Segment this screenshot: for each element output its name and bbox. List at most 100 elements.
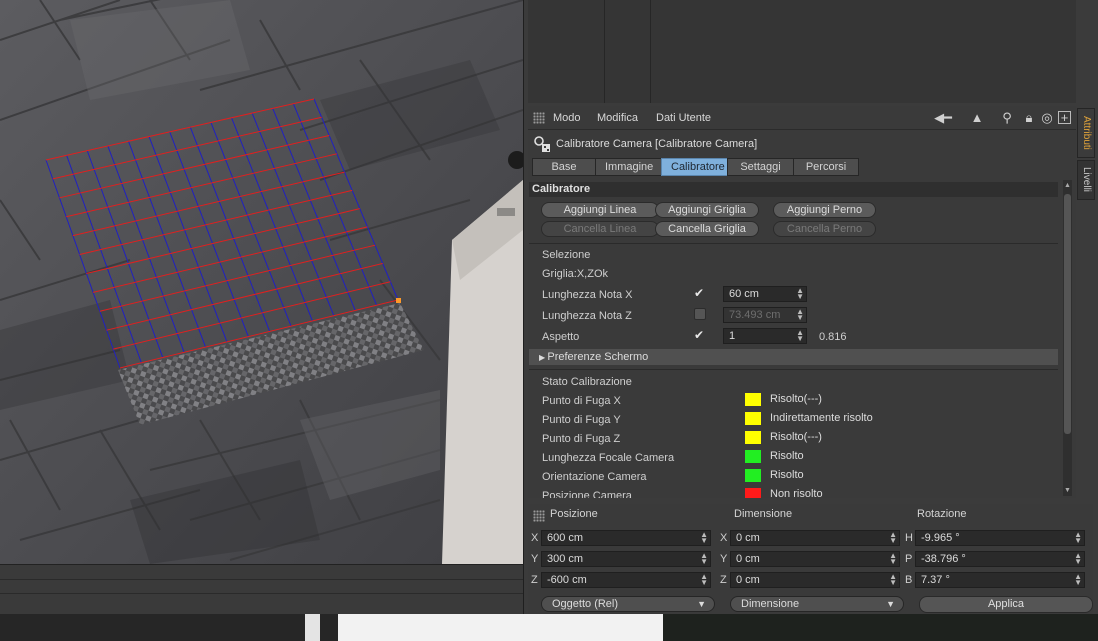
search-icon[interactable]: ⚲ [1000,110,1014,126]
3d-viewport[interactable] [0,0,523,564]
calibration-item-label: Lunghezza Focale Camera [542,452,675,464]
rotation-header: Rotazione [917,508,967,520]
size-field[interactable]: 0 cm ▲ ▼ [730,572,900,588]
lock-icon[interactable]: 🔒︎ [1022,110,1036,126]
calibration-item-status: Risolto(---) [770,431,822,443]
size-axis-label: Y [720,553,728,565]
rotation-field[interactable]: -38.796 ° ▲ ▼ [915,551,1085,567]
spinner-icon[interactable]: ▲ ▼ [796,287,804,301]
screen-prefs-label: Preferenze Schermo [547,351,649,363]
known-length-x-field[interactable]: 60 cm ▲ ▼ [723,286,807,302]
chevron-down-icon: ▼ [886,599,895,609]
side-tab-attributi[interactable]: Attributi [1077,108,1095,158]
calibration-item-label: Orientazione Camera [542,471,647,483]
side-tabs: Attributi Livelli [1077,106,1095,256]
delete-pin-button[interactable]: Cancella Perno [773,221,876,237]
spinner-icon[interactable]: ▲ ▼ [700,573,708,587]
tab-immagine[interactable]: Immagine [595,158,662,176]
spinner-icon[interactable]: ▲ ▼ [700,531,708,545]
spinner-icon[interactable]: ▲ ▼ [1074,531,1082,545]
screen-prefs-group[interactable]: ▶ Preferenze Schermo [529,349,1058,365]
spinner-icon[interactable]: ▲ ▼ [700,552,708,566]
coordinate-mode-select[interactable]: Oggetto (Rel) ▼ [541,596,715,612]
aspect-checkbox[interactable]: ✔ [694,329,706,341]
object-title: Calibratore Camera [Calibratore Camera] [556,138,758,150]
menu-modo[interactable]: Modo [553,112,581,124]
delete-grid-button[interactable]: Cancella Griglia [655,221,759,237]
known-length-x-value: 60 cm [729,288,759,300]
add-line-button[interactable]: Aggiungi Linea [541,202,659,218]
size-field[interactable]: 0 cm ▲ ▼ [730,530,900,546]
position-axis-label: Y [531,553,539,565]
selection-title: Selezione [542,249,591,261]
grid-status-text: Griglia:X,ZOk [542,268,609,280]
tab-percorsi[interactable]: Percorsi [793,158,859,176]
cursor-up-icon[interactable]: ▲ [970,110,984,126]
scroll-up-icon[interactable]: ▲ [1063,182,1072,189]
new-panel-icon[interactable]: + [1058,111,1071,124]
right-panel: Modo Modifica Dati Utente ◀━ ▲ ⚲ 🔒︎ ◎ + … [523,0,1098,614]
attribute-tabs: Base Immagine Calibratore Settaggi Perco… [532,158,859,176]
position-field[interactable]: 300 cm ▲ ▼ [541,551,711,567]
menu-modifica[interactable]: Modifica [597,112,638,124]
coordinates-manager: Posizione Dimensione Rotazione X 600 cm ▲ ▼… [528,504,1093,614]
scroll-thumb[interactable] [1064,194,1071,434]
spinner-icon[interactable]: ▲ ▼ [889,573,897,587]
spinner-icon[interactable]: ▲ ▼ [1074,552,1082,566]
add-pin-button[interactable]: Aggiungi Perno [773,202,876,218]
aspect-field[interactable]: 1 ▲ ▼ [723,328,807,344]
spinner-icon[interactable]: ▲ ▼ [796,329,804,343]
scroll-down-icon[interactable]: ▼ [1063,487,1072,494]
viewport-statusbar [0,564,523,614]
panel-grip-icon[interactable] [533,510,545,522]
rotation-value: -9.965 ° [921,532,960,544]
menu-dati-utente[interactable]: Dati Utente [656,112,711,124]
calibration-item-status: Risolto [770,469,804,481]
status-swatch [745,393,761,406]
section-calibratore: Calibratore [529,182,1058,197]
rotation-value: 7.37 ° [921,574,950,586]
calibration-item-status: Risolto [770,450,804,462]
status-swatch [745,469,761,482]
object-manager[interactable] [528,0,1076,103]
rotation-field[interactable]: -9.965 ° ▲ ▼ [915,530,1085,546]
side-tab-livelli[interactable]: Livelli [1077,160,1095,200]
panel-grip-icon[interactable] [533,112,545,124]
known-length-z-field[interactable]: 73.493 cm ▲ ▼ [723,307,807,323]
calibration-status-title: Stato Calibrazione [542,376,632,388]
delete-line-button[interactable]: Cancella Linea [541,221,659,237]
tab-base[interactable]: Base [532,158,596,176]
add-grid-button[interactable]: Aggiungi Griglia [655,202,759,218]
status-swatch [745,488,761,498]
position-value: -600 cm [547,574,587,586]
size-field[interactable]: 0 cm ▲ ▼ [730,551,900,567]
position-field[interactable]: 600 cm ▲ ▼ [541,530,711,546]
chevron-down-icon: ▼ [697,599,706,609]
known-length-x-checkbox[interactable]: ✔ [694,287,706,299]
target-icon[interactable]: ◎ [1040,110,1054,126]
camera-calibrator-icon [533,135,551,153]
position-field[interactable]: -600 cm ▲ ▼ [541,572,711,588]
spinner-icon[interactable]: ▲ ▼ [889,531,897,545]
size-value: 0 cm [736,553,760,565]
aspect-ratio-value: 0.816 [819,331,847,343]
viewport-canvas[interactable] [0,0,523,564]
spinner-icon[interactable]: ▲ ▼ [889,552,897,566]
position-axis-label: X [531,532,539,544]
rotation-field[interactable]: 7.37 ° ▲ ▼ [915,572,1085,588]
known-length-z-checkbox[interactable] [694,308,706,320]
position-axis-label: Z [531,574,538,586]
rotation-axis-label: B [905,574,913,586]
size-mode-select[interactable]: Dimensione ▼ [730,596,904,612]
back-arrow-icon[interactable]: ◀━ [926,110,960,126]
attributes-scrollbar[interactable]: ▲ ▼ [1063,180,1072,496]
tab-calibratore[interactable]: Calibratore [661,158,728,176]
grid-handle [396,298,401,303]
spinner-icon[interactable]: ▲ ▼ [796,308,804,322]
calibration-item-status: Non risolto [770,488,823,498]
size-axis-label: Z [720,574,727,586]
tab-settaggi[interactable]: Settaggi [727,158,794,176]
apply-button[interactable]: Applica [919,596,1093,613]
known-length-x-label: Lunghezza Nota X [542,289,633,301]
spinner-icon[interactable]: ▲ ▼ [1074,573,1082,587]
